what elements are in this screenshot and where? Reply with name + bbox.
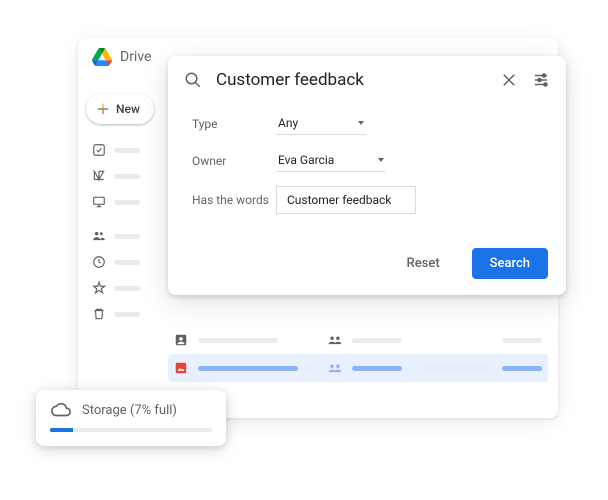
nav-label-placeholder bbox=[114, 234, 140, 239]
sidebar: New bbox=[78, 86, 158, 336]
image-file-icon bbox=[174, 361, 188, 375]
words-filter-input[interactable] bbox=[276, 186, 416, 214]
drive-logo-icon bbox=[92, 48, 112, 66]
filename-placeholder bbox=[198, 338, 278, 343]
sidebar-item-shared[interactable] bbox=[86, 224, 150, 248]
search-filters: Type Any Owner Eva Garcia Has the words bbox=[168, 104, 566, 244]
sidebar-item-computers[interactable] bbox=[86, 190, 150, 214]
close-icon[interactable] bbox=[500, 71, 518, 89]
sidebar-item-mydrive[interactable] bbox=[86, 164, 150, 188]
file-row[interactable] bbox=[168, 326, 548, 354]
people-icon bbox=[92, 229, 106, 243]
storage-progress-fill bbox=[50, 428, 73, 432]
new-button[interactable]: New bbox=[86, 94, 154, 124]
nav-label-placeholder bbox=[114, 312, 140, 317]
date-placeholder bbox=[502, 366, 542, 371]
storage-progress-track bbox=[50, 428, 212, 432]
shared-icon bbox=[328, 363, 342, 373]
nav-label-placeholder bbox=[114, 200, 140, 205]
storage-card[interactable]: Storage (7% full) bbox=[36, 390, 226, 446]
star-icon bbox=[92, 281, 106, 295]
words-filter-label: Has the words bbox=[192, 193, 276, 207]
type-filter-value: Any bbox=[278, 116, 298, 130]
nav-label-placeholder bbox=[114, 148, 140, 153]
search-icon[interactable] bbox=[184, 71, 202, 89]
type-filter-label: Type bbox=[192, 117, 276, 131]
nav-label-placeholder bbox=[114, 260, 140, 265]
storage-label: Storage (7% full) bbox=[82, 403, 177, 418]
owner-filter-label: Owner bbox=[192, 154, 276, 168]
cloud-icon bbox=[50, 402, 72, 418]
app-title: Drive bbox=[120, 49, 151, 65]
reset-button[interactable]: Reset bbox=[389, 248, 458, 279]
owner-filter-value: Eva Garcia bbox=[278, 153, 334, 167]
nav-label-placeholder bbox=[114, 286, 140, 291]
nav-label-placeholder bbox=[114, 174, 140, 179]
clock-icon bbox=[92, 255, 106, 269]
contact-file-icon bbox=[174, 333, 188, 347]
search-panel: Type Any Owner Eva Garcia Has the words … bbox=[168, 56, 566, 295]
sidebar-item-trash[interactable] bbox=[86, 302, 150, 326]
owner-filter-select[interactable]: Eva Garcia bbox=[276, 149, 386, 172]
plus-icon bbox=[96, 102, 110, 116]
chevron-down-icon bbox=[358, 121, 364, 125]
shared-icon bbox=[328, 335, 342, 345]
chevron-down-icon bbox=[378, 158, 384, 162]
check-circle-icon bbox=[92, 143, 106, 157]
computer-icon bbox=[92, 195, 106, 209]
search-actions: Reset Search bbox=[168, 244, 566, 295]
sidebar-item-recent[interactable] bbox=[86, 250, 150, 274]
search-input[interactable] bbox=[216, 70, 486, 90]
filename-placeholder bbox=[198, 366, 298, 371]
file-row-selected[interactable] bbox=[168, 354, 548, 382]
new-button-label: New bbox=[116, 102, 140, 116]
sidebar-item-priority[interactable] bbox=[86, 138, 150, 162]
type-filter-select[interactable]: Any bbox=[276, 112, 366, 135]
date-placeholder bbox=[502, 338, 542, 343]
owner-placeholder bbox=[352, 338, 402, 343]
search-bar bbox=[168, 56, 566, 104]
owner-placeholder bbox=[352, 366, 402, 371]
trash-icon bbox=[92, 307, 106, 321]
search-button[interactable]: Search bbox=[472, 248, 548, 279]
sidebar-item-starred[interactable] bbox=[86, 276, 150, 300]
drive-folder-icon bbox=[92, 169, 106, 183]
tune-icon[interactable] bbox=[532, 71, 550, 89]
file-list bbox=[168, 326, 548, 382]
